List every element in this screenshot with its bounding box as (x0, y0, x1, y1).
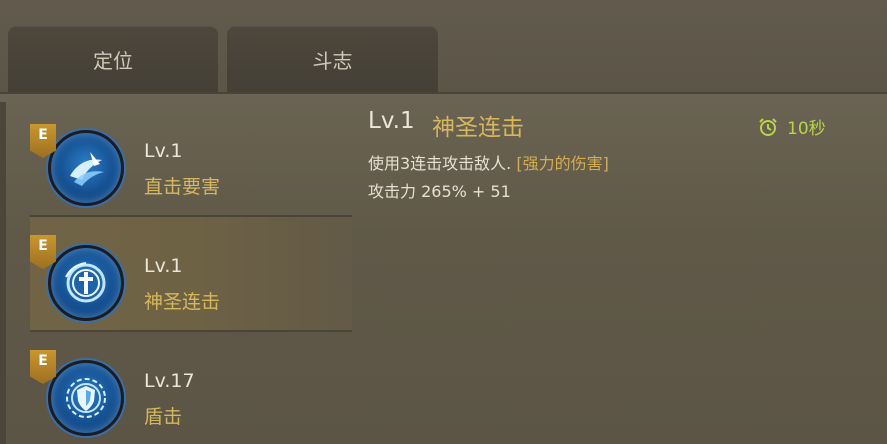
cooldown: 10秒 (757, 114, 826, 139)
shield-icon (48, 360, 124, 436)
slash-icon (48, 130, 124, 206)
skill-list: E Lv.1 直击要害 E Lv.1 神圣连击 E Lv.17 盾击 (30, 102, 352, 444)
alarm-clock-icon (759, 117, 777, 136)
detail-level: Lv.1 (368, 108, 415, 134)
detail-skill-name: 神圣连击 (432, 115, 524, 141)
skill-level: Lv.1 (144, 255, 183, 277)
damage-formula: 攻击力 265% + 51 (368, 182, 511, 201)
description-text: 使用3连击攻击敌人. (368, 154, 512, 173)
tab-fighting-spirit[interactable]: 斗志 (227, 26, 438, 92)
skill-description: 使用3连击攻击敌人. [强力的伤害] (368, 150, 609, 174)
cooldown-value: 10秒 (787, 119, 826, 139)
skill-name: 神圣连击 (144, 291, 221, 313)
skill-item-holy-combo[interactable]: E Lv.1 神圣连击 (30, 217, 352, 332)
panel-edge (0, 102, 6, 444)
skill-level: Lv.1 (144, 140, 183, 162)
skill-name: 盾击 (144, 406, 183, 428)
tab-position[interactable]: 定位 (8, 26, 218, 92)
skill-item-direct-strike[interactable]: E Lv.1 直击要害 (30, 102, 352, 217)
damage-tag: [强力的伤害] (516, 154, 609, 173)
skill-item-shield-bash[interactable]: E Lv.17 盾击 (30, 332, 352, 444)
tab-bar: 定位 斗志 (0, 0, 887, 92)
skill-level: Lv.17 (144, 370, 195, 392)
skill-panel: E Lv.1 直击要害 E Lv.1 神圣连击 E Lv.17 盾击 (0, 92, 887, 444)
skill-name: 直击要害 (144, 176, 221, 198)
holy-sword-icon (48, 245, 124, 321)
